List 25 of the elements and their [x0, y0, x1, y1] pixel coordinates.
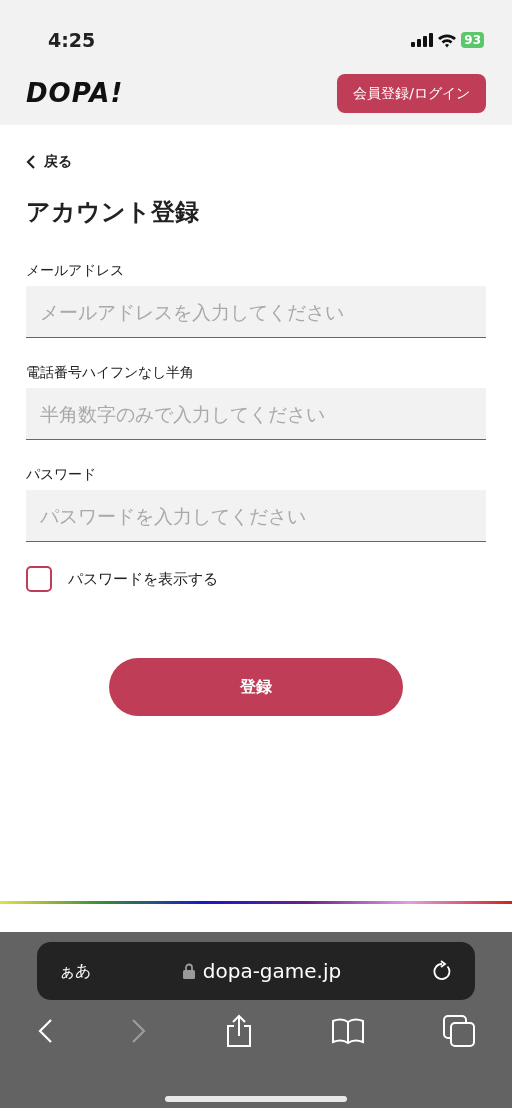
wifi-icon — [437, 32, 458, 48]
url-text[interactable]: dopa-game.jp — [202, 956, 342, 986]
checkbox[interactable] — [26, 566, 52, 592]
login-button[interactable]: 会員登録/ログイン — [337, 74, 486, 113]
field-label: メールアドレス — [26, 261, 125, 280]
back-link[interactable]: 戻る — [44, 151, 72, 172]
text-size-button[interactable]: ぁあ — [59, 959, 91, 983]
input-field[interactable]: 半角数字のみで入力してください — [26, 388, 486, 440]
status-time: 4:25 — [48, 27, 96, 53]
tabs-icon[interactable] — [443, 1015, 475, 1047]
input-field[interactable]: パスワードを入力してください — [26, 490, 486, 542]
logo: DOPA! — [26, 77, 124, 110]
field-label: 電話番号ハイフンなし半角 — [26, 363, 195, 382]
checkbox-label: パスワードを表示する — [68, 568, 218, 590]
battery-level: 93 — [461, 32, 484, 48]
book-icon[interactable] — [331, 1017, 365, 1045]
share-icon[interactable] — [225, 1014, 253, 1048]
page-title: アカウント登録 — [26, 197, 200, 228]
signal-icon — [411, 33, 434, 47]
lock-icon — [182, 963, 195, 979]
back-icon[interactable] — [26, 153, 36, 170]
field-label: パスワード — [26, 465, 97, 484]
register-button[interactable]: 登録 — [109, 658, 403, 716]
reload-icon[interactable] — [433, 960, 453, 982]
input-field[interactable]: メールアドレスを入力してください — [26, 286, 486, 338]
